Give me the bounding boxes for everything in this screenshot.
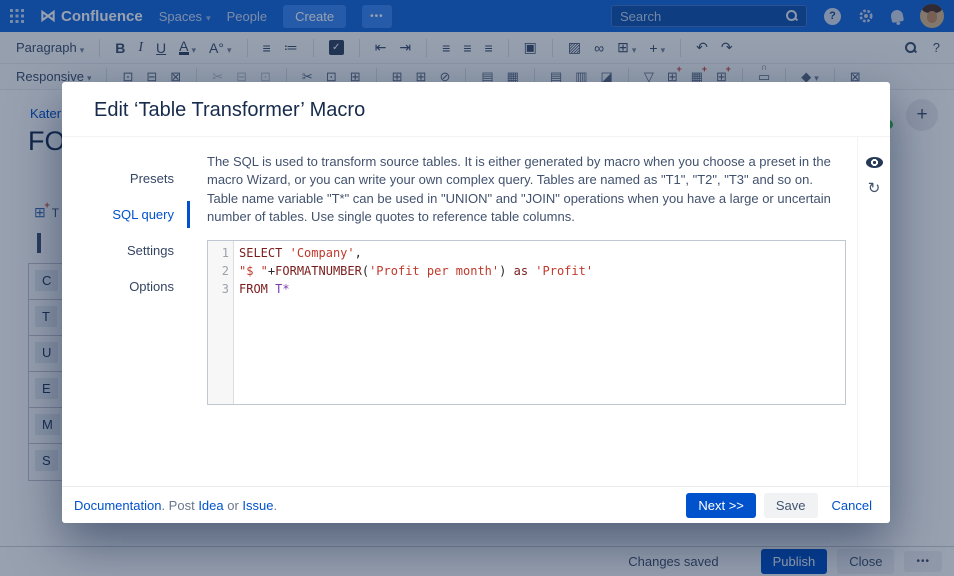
preview-rail: ↻ (857, 137, 890, 486)
code-token: 'Profit' (535, 264, 593, 278)
code-token: FORMATNUMBER (275, 264, 362, 278)
code-line: FROM T* (239, 280, 845, 298)
code-line: SELECT 'Company', (239, 244, 845, 262)
cancel-button[interactable]: Cancel (826, 493, 878, 518)
macro-tab-presets[interactable]: Presets (62, 165, 190, 192)
sql-code[interactable]: SELECT 'Company',"$ "+FORMATNUMBER('Prof… (234, 241, 845, 404)
code-token: 'Profit per month' (369, 264, 499, 278)
sql-description: The SQL is used to transform source tabl… (207, 153, 847, 227)
code-token: ( (362, 264, 369, 278)
code-token: "$ " (239, 264, 268, 278)
preview-eye-icon[interactable] (866, 157, 883, 168)
macro-tab-sql-query[interactable]: SQL query (62, 201, 190, 228)
dialog-footer: Documentation. Post Idea or Issue. Next … (62, 486, 890, 523)
code-token: SELECT (239, 246, 282, 260)
footer-link[interactable]: Documentation (74, 498, 161, 513)
line-number: 3 (208, 280, 229, 298)
code-token: 'Company' (290, 246, 355, 260)
macro-tabs: Presets SQL query Settings Options (62, 137, 190, 486)
confluence-app: ⋈ Confluence Spaces People Create ••• Se… (0, 0, 954, 576)
code-token (282, 246, 289, 260)
footer-text: or (224, 498, 243, 513)
code-token: , (355, 246, 362, 260)
sql-code-editor[interactable]: 123 SELECT 'Company',"$ "+FORMATNUMBER('… (207, 240, 846, 405)
next-button[interactable]: Next >> (686, 493, 756, 518)
save-button[interactable]: Save (764, 493, 818, 518)
code-token: FROM (239, 282, 268, 296)
macro-tab-options[interactable]: Options (62, 273, 190, 300)
macro-tab-settings[interactable]: Settings (62, 237, 190, 264)
footer-links: Documentation. Post Idea or Issue. (74, 498, 277, 513)
line-number: 2 (208, 262, 229, 280)
footer-link[interactable]: Idea (198, 498, 223, 513)
code-line: "$ "+FORMATNUMBER('Profit per month') as… (239, 262, 845, 280)
footer-link[interactable]: Issue (242, 498, 273, 513)
code-token: T* (275, 282, 289, 296)
line-number-gutter: 123 (208, 241, 234, 404)
edit-macro-dialog: Edit ‘Table Transformer’ Macro Presets SQ… (62, 82, 890, 523)
footer-text: . Post (161, 498, 198, 513)
code-token: as (514, 264, 528, 278)
line-number: 1 (208, 244, 229, 262)
code-token (506, 264, 513, 278)
footer-text: . (274, 498, 278, 513)
refresh-icon[interactable]: ↻ (868, 181, 881, 196)
dialog-title: Edit ‘Table Transformer’ Macro (62, 82, 890, 137)
